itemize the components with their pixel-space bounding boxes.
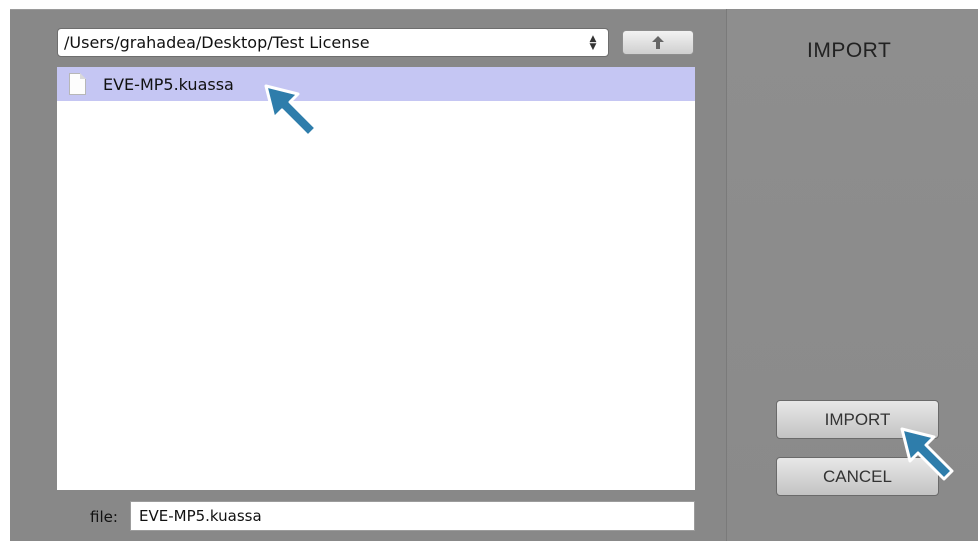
document-icon [69, 73, 86, 95]
path-select-value: /Users/grahadea/Desktop/Test License [64, 33, 370, 52]
file-name: EVE-MP5.kuassa [103, 74, 234, 94]
parent-folder-button[interactable] [622, 30, 694, 55]
file-name-input[interactable]: EVE-MP5.kuassa [130, 501, 695, 531]
select-arrows-icon: ▲ ▼ [589, 33, 597, 52]
file-list-item[interactable]: EVE-MP5.kuassa [57, 67, 695, 101]
file-label: file: [90, 508, 118, 526]
file-name-input-value: EVE-MP5.kuassa [139, 507, 262, 525]
panel-title: IMPORT [807, 39, 892, 62]
file-list[interactable]: EVE-MP5.kuassa [57, 67, 695, 490]
pointer-arrow-icon [900, 427, 954, 481]
up-arrow-icon [652, 36, 664, 49]
path-select[interactable]: /Users/grahadea/Desktop/Test License ▲ ▼ [57, 28, 609, 57]
pointer-arrow-icon [264, 84, 318, 138]
